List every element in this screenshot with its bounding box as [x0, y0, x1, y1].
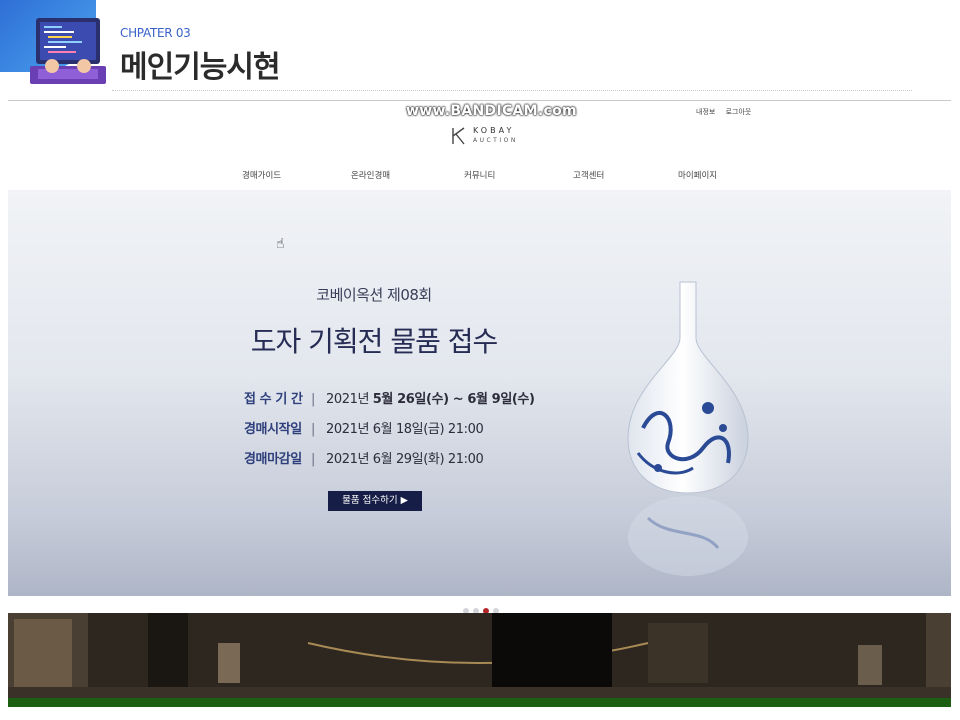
separator: | [311, 392, 315, 407]
main-nav: 경매가이드 온라인경매 커뮤니티 고객센터 마이페이지 [218, 169, 758, 183]
info-label: 경매마감일 [244, 452, 302, 467]
top-links: 내정보 로그아웃 [696, 107, 759, 117]
hand-cursor-icon: ☝ [276, 236, 285, 252]
my-info-link[interactable]: 내정보 [696, 108, 715, 116]
chapter-label: CHPATER 03 [120, 26, 191, 40]
website-screenshot: www.BANDICAM.com 내정보 로그아웃 KOBAY AUCTION … [8, 100, 951, 707]
slide-title: 메인기능시현 [120, 50, 281, 85]
info-prefix: 2021년 [326, 392, 373, 407]
divider [112, 90, 912, 91]
nav-community[interactable]: 커뮤니티 [464, 169, 495, 181]
info-row-end: 경매마감일 | 2021년 6월 29일(화) 21:00 [244, 448, 484, 467]
separator: | [311, 422, 315, 437]
info-label: 경매시작일 [244, 422, 302, 437]
gallery-image [8, 613, 951, 701]
porcelain-vase-image [627, 281, 749, 576]
info-value: 2021년 6월 18일(금) 21:00 [326, 422, 484, 437]
info-label: 접 수 기 간 [244, 392, 303, 407]
logo-subtext: AUCTION [473, 137, 518, 144]
info-row-start: 경매시작일 | 2021년 6월 18일(금) 21:00 [244, 418, 484, 437]
laptop-coding-icon [30, 18, 106, 84]
site-logo[interactable]: KOBAY AUCTION [451, 125, 531, 149]
logo-mark-icon [452, 127, 465, 145]
logo-text: KOBAY [473, 126, 515, 135]
recording-watermark: www.BANDICAM.com [406, 103, 577, 119]
nav-online-auction[interactable]: 온라인경매 [351, 169, 390, 181]
info-row-reception: 접 수 기 간 | 2021년 5월 26일(수) ~ 6월 9일(수) [244, 388, 535, 407]
footer-bar [8, 698, 951, 707]
hero-banner: ☝ 코베이옥션 제08회 도자 기획전 물품 접수 접 수 기 간 | 2021년 … [8, 190, 951, 596]
info-value: 2021년 6월 29일(화) 21:00 [326, 452, 484, 467]
carousel-dots [463, 599, 503, 614]
nav-my-page[interactable]: 마이페이지 [678, 169, 717, 181]
separator: | [311, 452, 315, 467]
logout-link[interactable]: 로그아웃 [726, 108, 752, 116]
info-value: 5월 26일(수) ~ 6월 9일(수) [372, 392, 535, 407]
nav-customer-center[interactable]: 고객센터 [573, 169, 604, 181]
nav-auction-guide[interactable]: 경매가이드 [242, 169, 281, 181]
submit-item-button[interactable]: 물품 접수하기 ▶ [328, 491, 422, 511]
